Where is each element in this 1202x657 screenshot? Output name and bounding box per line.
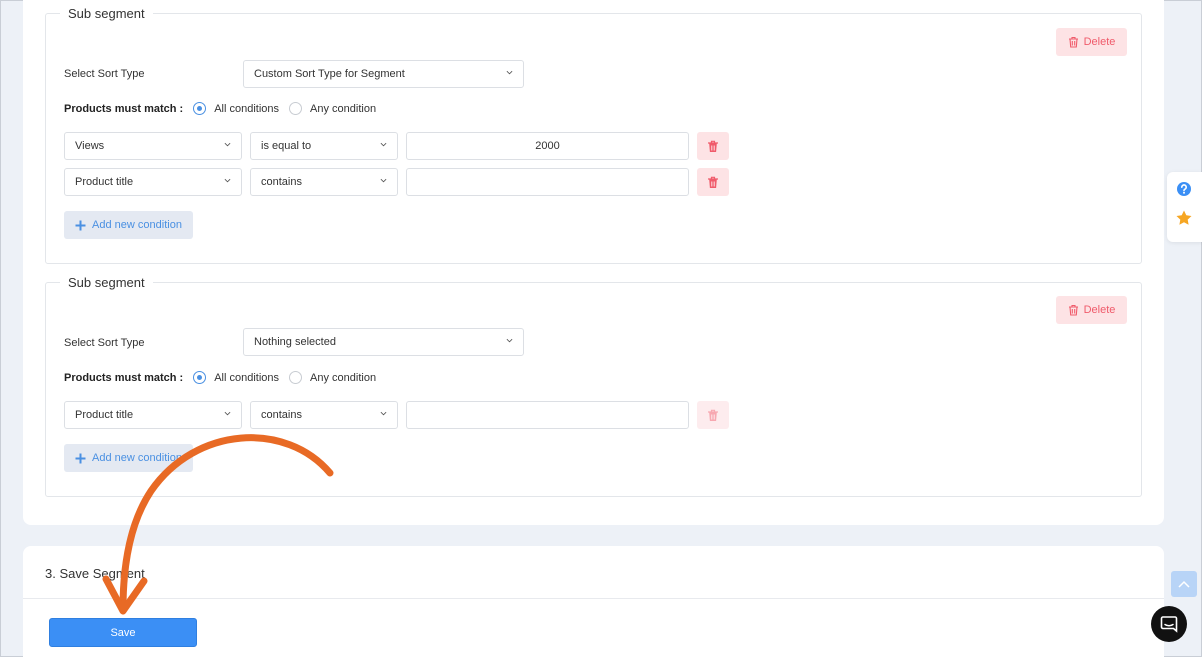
condition-operator-select[interactable]: is equal to <box>250 132 398 160</box>
delete-condition-button[interactable] <box>697 132 729 160</box>
radio-all-conditions[interactable] <box>193 371 207 384</box>
delete-condition-button[interactable] <box>697 168 729 196</box>
chevron-down-icon <box>224 178 231 183</box>
condition-operator-select[interactable]: contains <box>250 401 398 429</box>
add-condition-label: Add new condition <box>92 219 182 231</box>
sub-segment-title: Sub segment <box>60 6 153 22</box>
chevron-down-icon <box>224 411 231 416</box>
match-label: Products must match : <box>64 102 184 115</box>
condition-value-input[interactable] <box>406 168 689 196</box>
delete-condition-button[interactable] <box>697 401 729 429</box>
condition-operator-select[interactable]: contains <box>250 168 398 196</box>
condition-field-value: Views <box>75 140 105 152</box>
condition-value-input[interactable]: 2000 <box>406 132 689 160</box>
condition-operator-value: contains <box>261 176 302 188</box>
sort-type-label: Select Sort Type <box>64 68 145 80</box>
chevron-down-icon <box>380 178 387 183</box>
sort-type-select[interactable]: Custom Sort Type for Segment <box>243 60 524 88</box>
chevron-up-icon <box>1178 580 1190 588</box>
star-icon[interactable] <box>1175 209 1193 227</box>
chevron-down-icon <box>506 338 513 343</box>
condition-field-select[interactable]: Product title <box>64 401 242 429</box>
radio-any-condition[interactable] <box>289 102 303 115</box>
condition-operator-value: is equal to <box>261 140 312 152</box>
radio-all-label: All conditions <box>214 371 280 384</box>
plus-icon <box>75 453 86 463</box>
condition-field-value: Product title <box>75 176 134 188</box>
trash-icon <box>1068 36 1078 48</box>
question-circle-icon[interactable] <box>1175 180 1193 198</box>
chevron-down-icon <box>380 411 387 416</box>
match-options: Products must match : All conditions Any… <box>64 371 386 384</box>
plus-icon <box>75 220 86 230</box>
delete-sub-segment-button[interactable]: Delete <box>1056 296 1127 324</box>
trash-icon <box>708 409 718 421</box>
condition-value-input[interactable] <box>406 401 689 429</box>
radio-all-label: All conditions <box>214 102 280 115</box>
trash-icon <box>708 140 718 152</box>
radio-any-label: Any condition <box>310 102 377 115</box>
delete-label: Delete <box>1083 36 1116 48</box>
add-condition-button[interactable]: Add new condition <box>64 211 193 239</box>
radio-all-conditions[interactable] <box>193 102 207 115</box>
scroll-top-button[interactable] <box>1171 571 1197 597</box>
annotation-arrow <box>102 434 334 615</box>
condition-field-value: Product title <box>75 409 134 421</box>
sort-type-label: Select Sort Type <box>64 337 145 349</box>
match-options: Products must match : All conditions Any… <box>64 102 386 115</box>
chevron-down-icon <box>224 142 231 147</box>
trash-icon <box>708 176 718 188</box>
condition-field-select[interactable]: Views <box>64 132 242 160</box>
radio-any-condition[interactable] <box>289 371 303 384</box>
delete-sub-segment-button[interactable]: Delete <box>1056 28 1127 56</box>
radio-any-label: Any condition <box>310 371 377 384</box>
trash-icon <box>1068 304 1078 316</box>
sub-segment-title: Sub segment <box>60 275 153 291</box>
chat-button[interactable] <box>1151 606 1187 642</box>
chat-bubble-icon <box>1160 616 1178 633</box>
sort-type-value: Custom Sort Type for Segment <box>254 68 405 80</box>
save-button[interactable]: Save <box>49 618 197 647</box>
sort-type-value: Nothing selected <box>254 336 336 348</box>
chevron-down-icon <box>380 142 387 147</box>
condition-operator-value: contains <box>261 409 302 421</box>
condition-value: 2000 <box>535 140 560 152</box>
chevron-down-icon <box>506 70 513 75</box>
sort-type-select[interactable]: Nothing selected <box>243 328 524 356</box>
delete-label: Delete <box>1083 304 1116 316</box>
match-label: Products must match : <box>64 371 184 384</box>
condition-field-select[interactable]: Product title <box>64 168 242 196</box>
side-widget <box>1167 172 1202 242</box>
